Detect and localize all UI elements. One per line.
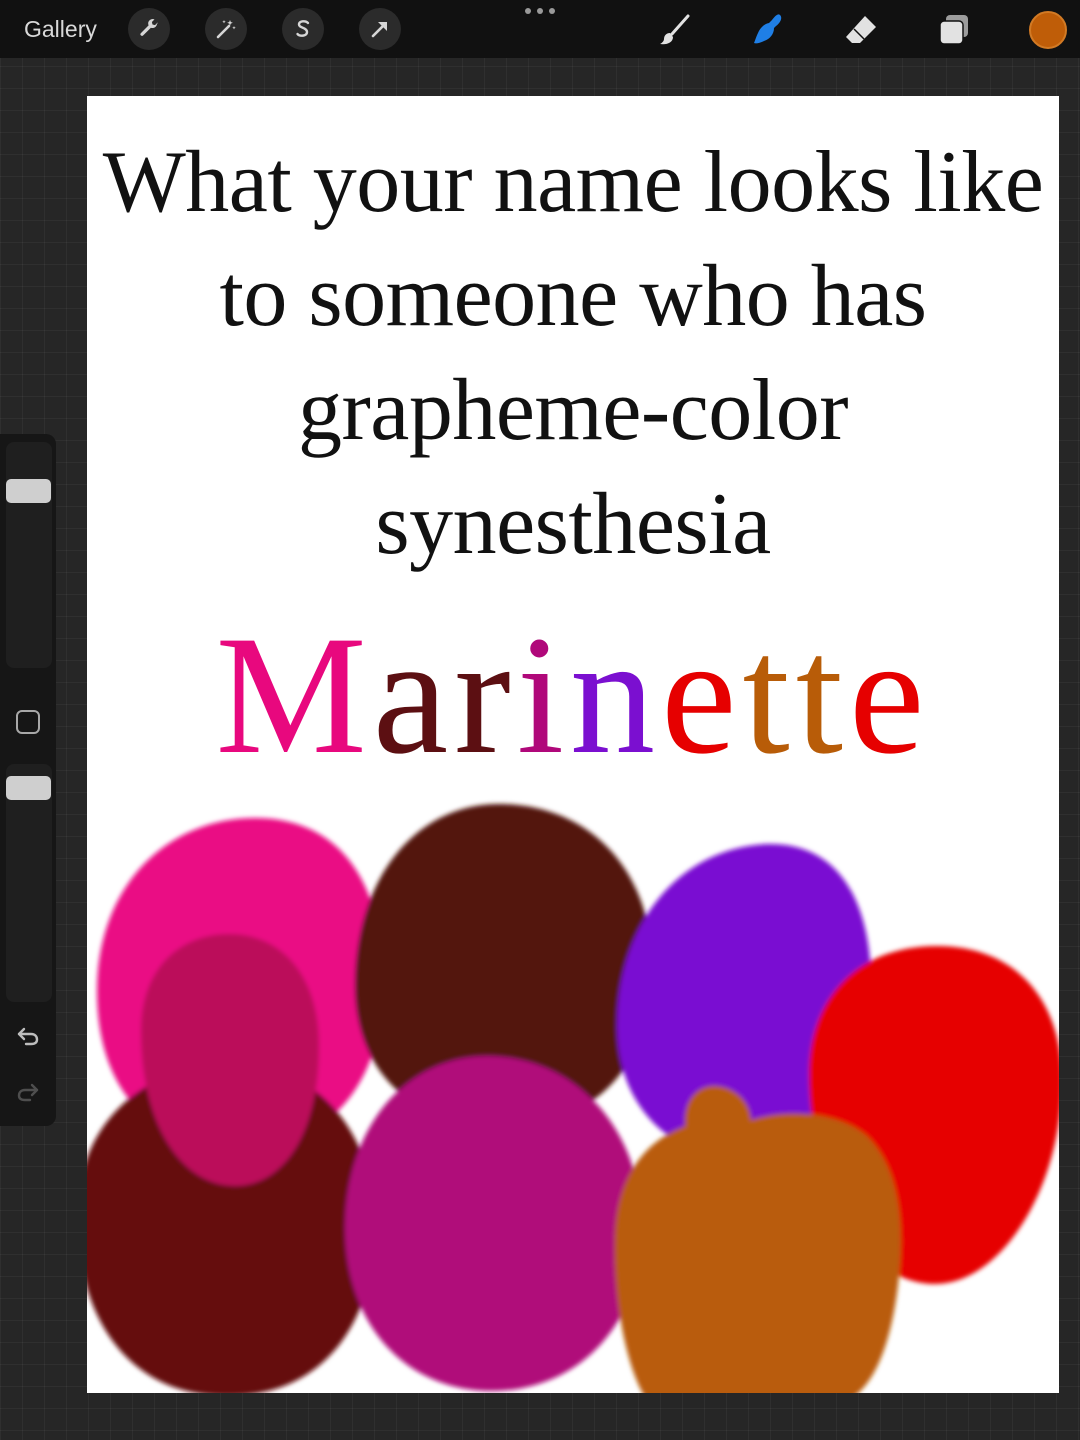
smudge-finger-icon (754, 14, 782, 44)
undo-button[interactable] (12, 1021, 44, 1051)
undo-icon (17, 1027, 39, 1046)
square-icon[interactable] (16, 710, 40, 734)
adjustments-button[interactable] (205, 8, 247, 50)
orange-blob (614, 1085, 901, 1393)
top-toolbar: Gallery (0, 0, 1080, 58)
arrow-icon (371, 22, 387, 38)
brush-size-slider[interactable] (6, 442, 52, 668)
actions-button[interactable] (128, 8, 170, 50)
color-picker-button[interactable] (1029, 11, 1067, 49)
brush-icon (660, 14, 690, 45)
redo-icon (17, 1083, 39, 1102)
opacity-thumb[interactable] (6, 776, 51, 800)
more-options-button[interactable] (525, 4, 555, 18)
color-swatch-blobs (87, 804, 1059, 1393)
paint-tool-button[interactable] (655, 10, 695, 50)
smudge-tool-button[interactable] (748, 10, 788, 50)
layers-button[interactable] (935, 10, 975, 50)
dot-icon (537, 8, 543, 14)
dot-icon (549, 8, 555, 14)
drawing-canvas[interactable]: What your name looks like to someone who… (87, 96, 1059, 1393)
eraser-icon (846, 16, 876, 43)
dot-icon (525, 8, 531, 14)
gallery-button[interactable]: Gallery (24, 14, 97, 44)
selection-button[interactable] (282, 8, 324, 50)
redo-button[interactable] (12, 1077, 44, 1107)
brush-size-thumb[interactable] (6, 479, 51, 503)
wrench-icon (140, 19, 158, 36)
transform-button[interactable] (359, 8, 401, 50)
left-sidebar (0, 434, 56, 1126)
erase-tool-button[interactable] (841, 10, 881, 50)
magenta-blob (345, 1056, 642, 1391)
layers-icon (939, 15, 968, 45)
magic-wand-icon (216, 20, 236, 39)
selection-s-icon (296, 20, 310, 37)
